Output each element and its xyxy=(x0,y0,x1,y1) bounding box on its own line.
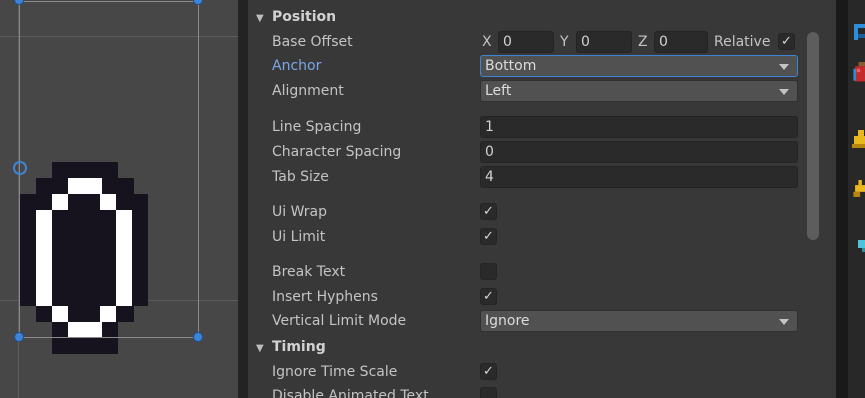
anchor-value: Bottom xyxy=(485,58,537,74)
scene-view[interactable] xyxy=(0,0,238,398)
ui-limit-row: Ui Limit ✓ xyxy=(248,226,805,248)
vertical-limit-mode-label: Vertical Limit Mode xyxy=(272,313,407,329)
selection-border xyxy=(19,337,199,338)
y-axis-label[interactable]: Y xyxy=(560,31,569,53)
selection-border xyxy=(198,1,199,338)
cyan-pixel-icon[interactable] xyxy=(852,234,865,256)
anchor-row: Anchor Bottom xyxy=(248,55,805,77)
inspector-panel: ▼ Position Base Offset X 0 Y 0 Z 0 Relati… xyxy=(248,0,805,398)
blue-pixel-icon[interactable] xyxy=(852,22,865,44)
chevron-down-icon xyxy=(779,64,789,70)
yellow-bell-icon[interactable] xyxy=(852,128,865,150)
rail-divider xyxy=(836,0,848,398)
x-axis-label[interactable]: X xyxy=(482,31,492,53)
tab-size-field[interactable]: 4 xyxy=(480,166,798,188)
base-offset-label: Base Offset xyxy=(272,34,353,50)
vertical-limit-mode-value: Ignore xyxy=(485,313,530,329)
alignment-value: Left xyxy=(485,83,512,99)
red-potion-icon[interactable] xyxy=(852,62,865,84)
asset-icon-rail xyxy=(848,0,865,398)
base-offset-x-field[interactable]: 0 xyxy=(498,31,554,53)
line-spacing-label: Line Spacing xyxy=(272,119,362,135)
break-text-row: Break Text xyxy=(248,261,805,283)
position-foldout[interactable]: ▼ Position xyxy=(248,6,805,28)
alignment-dropdown[interactable]: Left xyxy=(480,80,798,102)
break-text-checkbox[interactable] xyxy=(480,263,497,280)
resize-handle-bottom-left[interactable] xyxy=(14,332,24,342)
ui-wrap-checkbox[interactable]: ✓ xyxy=(480,203,497,220)
relative-label: Relative xyxy=(714,34,771,50)
vertical-limit-mode-row: Vertical Limit Mode Ignore xyxy=(248,310,805,332)
character-spacing-row: Character Spacing 0 xyxy=(248,141,805,163)
insert-hyphens-row: Insert Hyphens ✓ xyxy=(248,286,805,308)
ignore-time-scale-checkbox[interactable]: ✓ xyxy=(480,363,497,380)
timing-foldout[interactable]: ▼ Timing xyxy=(248,336,805,358)
character-spacing-label: Character Spacing xyxy=(272,144,402,160)
ui-wrap-row: Ui Wrap ✓ xyxy=(248,201,805,223)
base-offset-z-field[interactable]: 0 xyxy=(654,31,708,53)
disable-animated-text-row: Disable Animated Text xyxy=(248,385,805,398)
timing-section-title: Timing xyxy=(272,339,326,355)
tab-size-label: Tab Size xyxy=(272,169,329,185)
selection-border xyxy=(19,1,199,2)
base-offset-y-field[interactable]: 0 xyxy=(576,31,632,53)
base-offset-row: Base Offset X 0 Y 0 Z 0 Relative ✓ xyxy=(248,31,805,53)
tab-size-row: Tab Size 4 xyxy=(248,166,805,188)
yellow-bird-icon[interactable] xyxy=(852,180,865,202)
pivot-handle[interactable] xyxy=(13,161,27,175)
alignment-label: Alignment xyxy=(272,83,344,99)
ui-limit-checkbox[interactable]: ✓ xyxy=(480,228,497,245)
line-spacing-row: Line Spacing 1 xyxy=(248,116,805,138)
disable-animated-text-label: Disable Animated Text xyxy=(272,388,429,398)
chevron-down-icon xyxy=(779,319,789,325)
alignment-row: Alignment Left xyxy=(248,80,805,102)
chevron-down-icon xyxy=(779,89,789,95)
ui-wrap-label: Ui Wrap xyxy=(272,204,328,220)
ui-limit-label: Ui Limit xyxy=(272,229,326,245)
ignore-time-scale-row: Ignore Time Scale ✓ xyxy=(248,361,805,383)
ignore-time-scale-label: Ignore Time Scale xyxy=(272,364,398,380)
inspector-scrollbar-thumb[interactable] xyxy=(807,32,819,240)
insert-hyphens-checkbox[interactable]: ✓ xyxy=(480,288,497,305)
position-section-title: Position xyxy=(272,9,337,25)
relative-checkbox[interactable]: ✓ xyxy=(778,33,795,50)
insert-hyphens-label: Insert Hyphens xyxy=(272,289,378,305)
resize-handle-bottom-right[interactable] xyxy=(193,332,203,342)
vertical-limit-mode-dropdown[interactable]: Ignore xyxy=(480,310,798,332)
character-spacing-field[interactable]: 0 xyxy=(480,141,798,163)
break-text-label: Break Text xyxy=(272,264,346,280)
foldout-arrow-icon: ▼ xyxy=(256,343,264,354)
z-axis-label[interactable]: Z xyxy=(638,31,648,53)
line-spacing-field[interactable]: 1 xyxy=(480,116,798,138)
disable-animated-text-checkbox[interactable] xyxy=(480,387,497,398)
anchor-dropdown[interactable]: Bottom xyxy=(480,55,798,77)
panel-divider[interactable] xyxy=(238,0,248,398)
anchor-label: Anchor xyxy=(272,58,322,74)
foldout-arrow-icon: ▼ xyxy=(256,13,264,24)
